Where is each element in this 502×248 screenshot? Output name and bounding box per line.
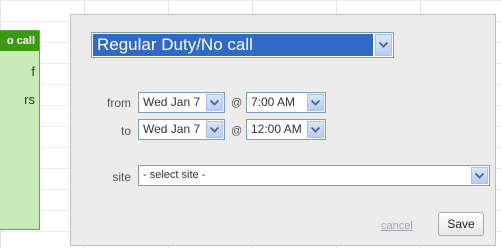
to-label: to bbox=[120, 124, 131, 138]
event-edit-dialog: Regular Duty/No call from Wed Jan 7 @ 7:… bbox=[70, 14, 496, 246]
site-select-value: - select site - bbox=[143, 169, 206, 181]
from-time-value: 7:00 AM bbox=[251, 95, 296, 109]
calendar-event[interactable]: o call f rs bbox=[0, 30, 40, 230]
to-at-symbol: @ bbox=[231, 125, 243, 137]
site-select[interactable]: - select site - bbox=[138, 165, 490, 186]
from-date-select[interactable]: Wed Jan 7 bbox=[138, 92, 225, 113]
from-date-value: Wed Jan 7 bbox=[143, 95, 201, 109]
event-type-value: Regular Duty/No call bbox=[93, 34, 373, 56]
chevron-down-icon[interactable] bbox=[307, 94, 324, 111]
to-time-value: 12:00 AM bbox=[251, 122, 302, 136]
chevron-down-icon[interactable] bbox=[375, 34, 392, 56]
chevron-down-icon[interactable] bbox=[471, 167, 488, 184]
event-type-select[interactable]: Regular Duty/No call bbox=[91, 32, 394, 58]
to-time-select[interactable]: 12:00 AM bbox=[246, 119, 326, 140]
calendar-event-line-1: f bbox=[31, 64, 35, 79]
from-at-symbol: @ bbox=[231, 97, 243, 109]
calendar-event-line-2: rs bbox=[24, 92, 35, 107]
cancel-link[interactable]: cancel bbox=[381, 220, 413, 232]
from-time-select[interactable]: 7:00 AM bbox=[246, 92, 326, 113]
save-button[interactable]: Save bbox=[438, 212, 484, 236]
site-label: site bbox=[112, 170, 131, 184]
to-date-select[interactable]: Wed Jan 7 bbox=[138, 119, 225, 140]
chevron-down-icon[interactable] bbox=[206, 94, 223, 111]
calendar-event-title: o call bbox=[0, 31, 39, 51]
from-label: from bbox=[107, 96, 131, 110]
chevron-down-icon[interactable] bbox=[307, 121, 324, 138]
to-date-value: Wed Jan 7 bbox=[143, 122, 201, 136]
chevron-down-icon[interactable] bbox=[206, 121, 223, 138]
